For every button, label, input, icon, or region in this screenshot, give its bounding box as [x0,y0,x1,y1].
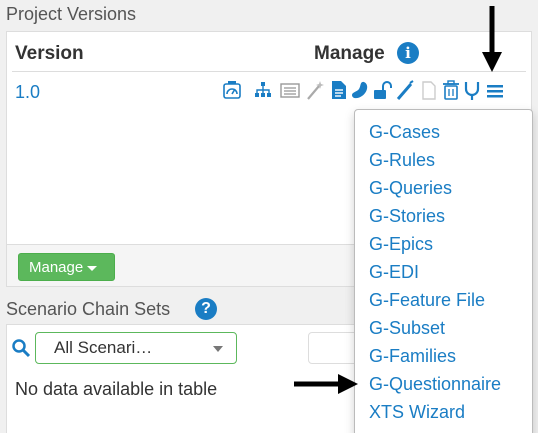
menu-item-g-queries[interactable]: G-Queries [369,178,452,199]
search-icon[interactable] [11,338,31,358]
bean-icon[interactable] [350,78,370,102]
down-arrow-annotation [482,6,502,72]
header-divider [12,71,526,72]
version-column-header: Version [15,43,84,64]
file-icon[interactable] [329,78,349,102]
scenario-filter-select[interactable]: All Scenari… [35,332,237,364]
right-arrow-annotation [294,374,358,394]
magic-wand-icon[interactable] [305,78,325,102]
menu-bars-icon[interactable] [485,78,505,102]
dashboard-icon[interactable] [222,78,242,102]
chevron-down-icon [213,346,223,352]
version-actions-menu: G-Cases G-Rules G-Queries G-Stories G-Ep… [354,109,533,433]
help-icon[interactable]: ? [195,298,217,320]
info-icon[interactable]: i [397,42,419,64]
scenario-filter-value: All Scenari… [54,338,153,357]
manage-column-header: Manage [314,43,385,64]
menu-item-g-families[interactable]: G-Families [369,346,456,367]
blank-file-icon[interactable] [419,78,439,102]
menu-item-g-edi[interactable]: G-EDI [369,262,419,283]
manage-dropdown-button[interactable]: Manage [18,253,115,281]
scenario-chain-sets-title: Scenario Chain Sets [6,299,171,319]
version-link[interactable]: 1.0 [15,82,40,103]
menu-item-g-rules[interactable]: G-Rules [369,150,435,171]
menu-item-g-epics[interactable]: G-Epics [369,234,433,255]
trash-icon[interactable] [441,78,461,102]
caret-down-icon [87,265,98,271]
empty-table-message: No data available in table [15,379,218,399]
menu-item-g-questionnaire[interactable]: G-Questionnaire [369,374,501,395]
menu-item-xts-wizard[interactable]: XTS Wizard [369,402,465,423]
menu-item-g-subset[interactable]: G-Subset [369,318,445,339]
pencil-icon[interactable] [395,78,415,102]
menu-item-g-feature-file[interactable]: G-Feature File [369,290,485,311]
fork-icon[interactable] [462,78,482,102]
sitemap-icon[interactable] [253,78,273,102]
unlock-icon[interactable] [372,78,392,102]
menu-item-g-stories[interactable]: G-Stories [369,206,445,227]
project-versions-title: Project Versions [6,4,137,24]
menu-item-g-cases[interactable]: G-Cases [369,122,440,143]
manage-button-label: Manage [29,259,84,276]
list-card-icon[interactable] [280,78,300,102]
